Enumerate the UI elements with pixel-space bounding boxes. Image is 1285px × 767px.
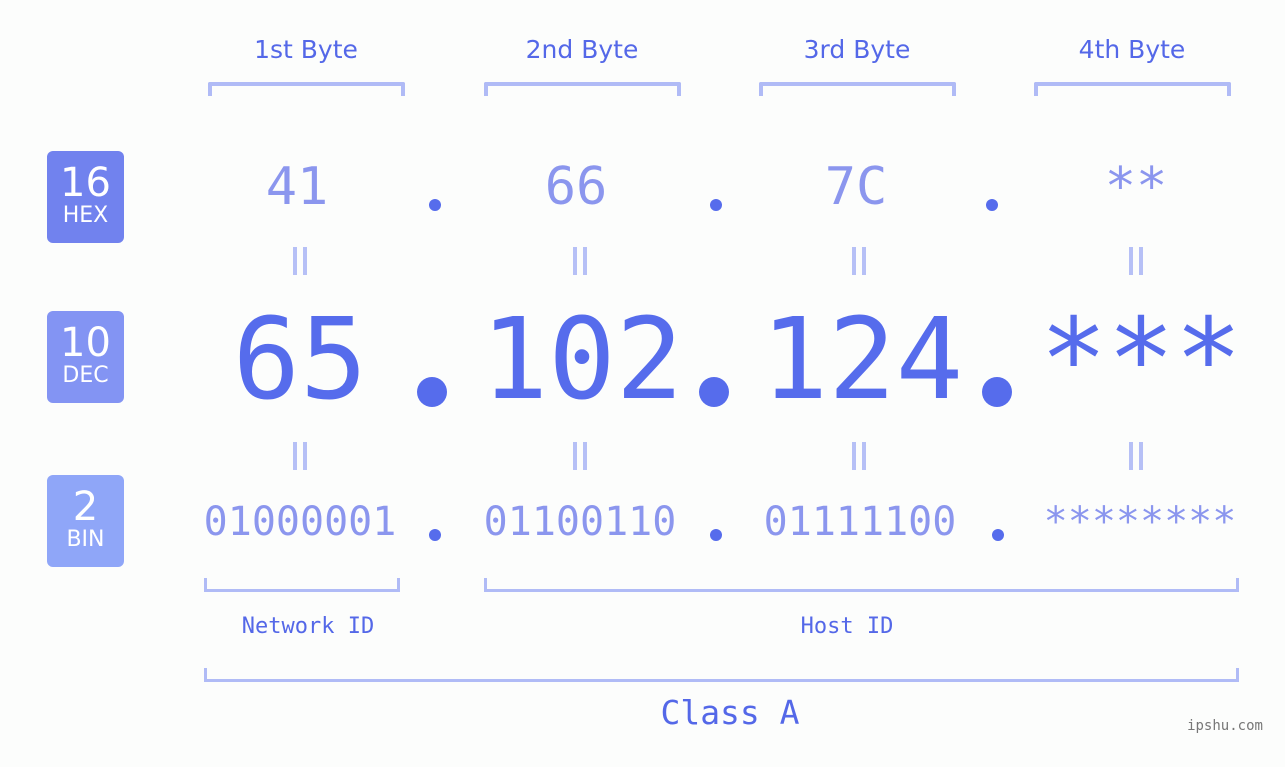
bin-separator-dot [710,529,722,541]
hex-byte-4: ** [1104,157,1168,217]
bin-badge-number: 2 [72,484,99,530]
class-label: Class A [660,693,800,732]
network-id-label: Network ID [241,614,375,639]
equals-icon [849,442,869,470]
dec-badge-number: 10 [60,320,111,366]
equals-icon [570,442,590,470]
dec-byte-2: 102 [480,295,684,425]
bin-badge-label: BIN [66,527,105,552]
class-bracket [204,668,1239,682]
byte-bracket-4 [1034,82,1231,96]
byte-header-2: 2nd Byte [525,35,639,64]
dec-separator-dot [982,377,1012,407]
network-id-bracket [204,578,400,592]
hex-badge-number: 16 [60,160,111,206]
byte-bracket-1 [208,82,405,96]
dec-separator-dot [699,377,729,407]
equals-icon [570,247,590,275]
dec-byte-3: 124 [760,295,964,425]
byte-header-1: 1st Byte [254,35,358,64]
byte-header-3: 3rd Byte [803,35,911,64]
hex-separator-dot [986,199,998,211]
equals-icon [849,247,869,275]
byte-bracket-2 [484,82,681,96]
watermark: ipshu.com [1187,718,1263,734]
equals-icon [290,247,310,275]
bin-badge: 2 BIN [47,475,124,567]
bin-separator-dot [992,529,1004,541]
host-id-bracket [484,578,1239,592]
equals-icon [1126,247,1146,275]
hex-badge-label: HEX [62,203,109,228]
dec-byte-1: 65 [232,295,368,425]
byte-bracket-3 [759,82,956,96]
equals-icon [1126,442,1146,470]
hex-byte-2: 66 [544,157,608,217]
hex-badge: 16 HEX [47,151,124,243]
dec-badge-label: DEC [62,363,109,388]
bin-byte-4: ******** [1043,499,1237,545]
hex-separator-dot [429,199,441,211]
hex-separator-dot [710,199,722,211]
hex-byte-3: 7C [824,157,888,217]
dec-separator-dot [417,377,447,407]
bin-separator-dot [429,529,441,541]
bin-byte-2: 01100110 [483,499,677,545]
byte-header-4: 4th Byte [1078,35,1186,64]
host-id-label: Host ID [800,614,894,639]
bin-byte-1: 01000001 [203,499,397,545]
hex-byte-1: 41 [265,157,329,217]
bin-byte-3: 01111100 [763,499,957,545]
dec-byte-4: *** [1039,295,1243,425]
equals-icon [290,442,310,470]
dec-badge: 10 DEC [47,311,124,403]
